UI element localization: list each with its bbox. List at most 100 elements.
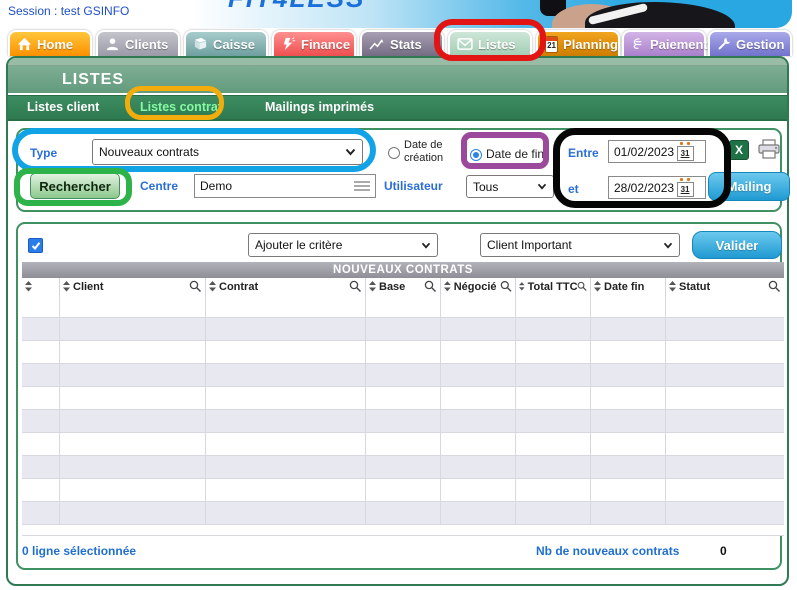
sort-icon[interactable] xyxy=(209,281,216,292)
tab-finance[interactable]: Finance xyxy=(272,30,356,56)
search-icon[interactable] xyxy=(189,280,202,293)
column-header-client[interactable]: Client xyxy=(60,278,206,295)
add-criteria-select[interactable]: Ajouter le critère xyxy=(248,233,438,257)
table-cell xyxy=(22,502,60,524)
search-icon[interactable] xyxy=(768,280,781,293)
search-icon[interactable] xyxy=(349,280,362,293)
centre-label: Centre xyxy=(140,179,178,193)
subtab-listes-client[interactable]: Listes client xyxy=(27,100,99,114)
table-cell xyxy=(366,364,441,386)
print-icon[interactable] xyxy=(757,139,781,159)
table-row[interactable] xyxy=(22,410,784,433)
tab-gestion[interactable]: Gestion xyxy=(708,30,792,56)
table-cell xyxy=(666,387,784,409)
table-cell xyxy=(366,341,441,363)
table-row[interactable] xyxy=(22,364,784,387)
table-row[interactable] xyxy=(22,318,784,341)
column-header-total-ttc[interactable]: Total TTC xyxy=(516,278,591,295)
table-cell xyxy=(366,387,441,409)
search-icon[interactable] xyxy=(500,280,512,293)
table-row[interactable] xyxy=(22,295,784,318)
valider-button[interactable]: Valider xyxy=(692,231,782,259)
table-row[interactable] xyxy=(22,433,784,456)
column-header-select[interactable] xyxy=(22,278,60,295)
table-cell xyxy=(22,410,60,432)
date-to-input[interactable]: 28/02/2023 31 xyxy=(608,176,706,199)
table-cell xyxy=(60,456,206,478)
centre-input[interactable]: Demo xyxy=(194,174,376,198)
table-row[interactable] xyxy=(22,479,784,502)
new-contracts-count-label: Nb de nouveaux contrats xyxy=(536,544,679,558)
table-cell xyxy=(206,341,366,363)
tab-paiements[interactable]: Paiements xyxy=(622,30,706,56)
table-row[interactable] xyxy=(22,387,784,410)
tab-stats[interactable]: Stats xyxy=(360,30,444,56)
excel-export-icon[interactable]: X xyxy=(729,140,749,160)
sort-icon[interactable] xyxy=(25,281,32,292)
table-cell xyxy=(60,433,206,455)
table-cell xyxy=(22,341,60,363)
table-row[interactable] xyxy=(22,456,784,479)
table-cell xyxy=(516,341,591,363)
utilisateur-select[interactable]: Tous xyxy=(466,175,554,198)
table-cell xyxy=(206,410,366,432)
radio-date-creation[interactable] xyxy=(388,147,400,159)
table-cell xyxy=(366,433,441,455)
table-row[interactable] xyxy=(22,502,784,525)
table-cell xyxy=(516,456,591,478)
table-cell xyxy=(366,410,441,432)
date-from-input[interactable]: 01/02/2023 31 xyxy=(608,140,706,163)
column-header-contrat[interactable]: Contrat xyxy=(206,278,366,295)
table-cell xyxy=(60,341,206,363)
list-picker-icon[interactable] xyxy=(354,181,370,191)
subtab-listes-contrat[interactable]: Listes contrat xyxy=(140,100,222,114)
table-cell xyxy=(441,433,516,455)
listes-icon xyxy=(457,38,473,50)
search-icon[interactable] xyxy=(577,280,587,293)
tab-caisse[interactable]: Caisse xyxy=(184,30,268,56)
subtab-mailings-imprimes[interactable]: Mailings imprimés xyxy=(265,100,374,114)
table-cell xyxy=(60,295,206,317)
table-cell xyxy=(591,318,666,340)
tab-clients[interactable]: Clients xyxy=(96,30,180,56)
column-header-base[interactable]: Base xyxy=(366,278,441,295)
table-cell xyxy=(206,318,366,340)
table-cell xyxy=(591,502,666,524)
mailing-button[interactable]: Mailing xyxy=(708,172,790,201)
table-cell xyxy=(591,341,666,363)
table-cell xyxy=(441,318,516,340)
tab-planning[interactable]: 21 Planning xyxy=(536,30,620,56)
table-cell xyxy=(441,479,516,501)
table-row[interactable] xyxy=(22,341,784,364)
chevron-down-icon xyxy=(537,183,547,190)
search-icon[interactable] xyxy=(424,280,437,293)
column-header-negocie[interactable]: Négocié xyxy=(441,278,516,295)
table-cell xyxy=(206,295,366,317)
criteria-checkbox[interactable] xyxy=(28,238,43,253)
tab-listes[interactable]: Listes xyxy=(448,30,532,56)
sort-icon[interactable] xyxy=(594,281,601,292)
sort-icon[interactable] xyxy=(63,281,70,292)
sort-icon[interactable] xyxy=(669,281,676,292)
utilisateur-label: Utilisateur xyxy=(384,179,443,193)
calendar-icon[interactable]: 31 xyxy=(677,142,693,161)
finance-icon xyxy=(281,37,296,51)
calendar-icon[interactable]: 31 xyxy=(677,178,693,197)
table-cell xyxy=(60,318,206,340)
tab-home[interactable]: Home xyxy=(8,30,92,56)
table-cell xyxy=(22,295,60,317)
sort-icon[interactable] xyxy=(444,281,451,292)
table-cell xyxy=(666,295,784,317)
radio-date-fin[interactable] xyxy=(470,149,482,161)
rechercher-button[interactable]: Rechercher xyxy=(30,173,120,199)
planning-calendar-icon: 21 xyxy=(545,36,558,53)
column-header-date-fin[interactable]: Date fin xyxy=(591,278,666,295)
sort-icon[interactable] xyxy=(369,281,376,292)
table-cell xyxy=(666,364,784,386)
column-header-statut[interactable]: Statut xyxy=(666,278,784,295)
type-select[interactable]: Nouveaux contrats xyxy=(92,139,363,165)
table-cell xyxy=(516,318,591,340)
criteria-value-select[interactable]: Client Important xyxy=(480,233,680,257)
sort-icon[interactable] xyxy=(519,281,525,292)
table-cell xyxy=(441,456,516,478)
